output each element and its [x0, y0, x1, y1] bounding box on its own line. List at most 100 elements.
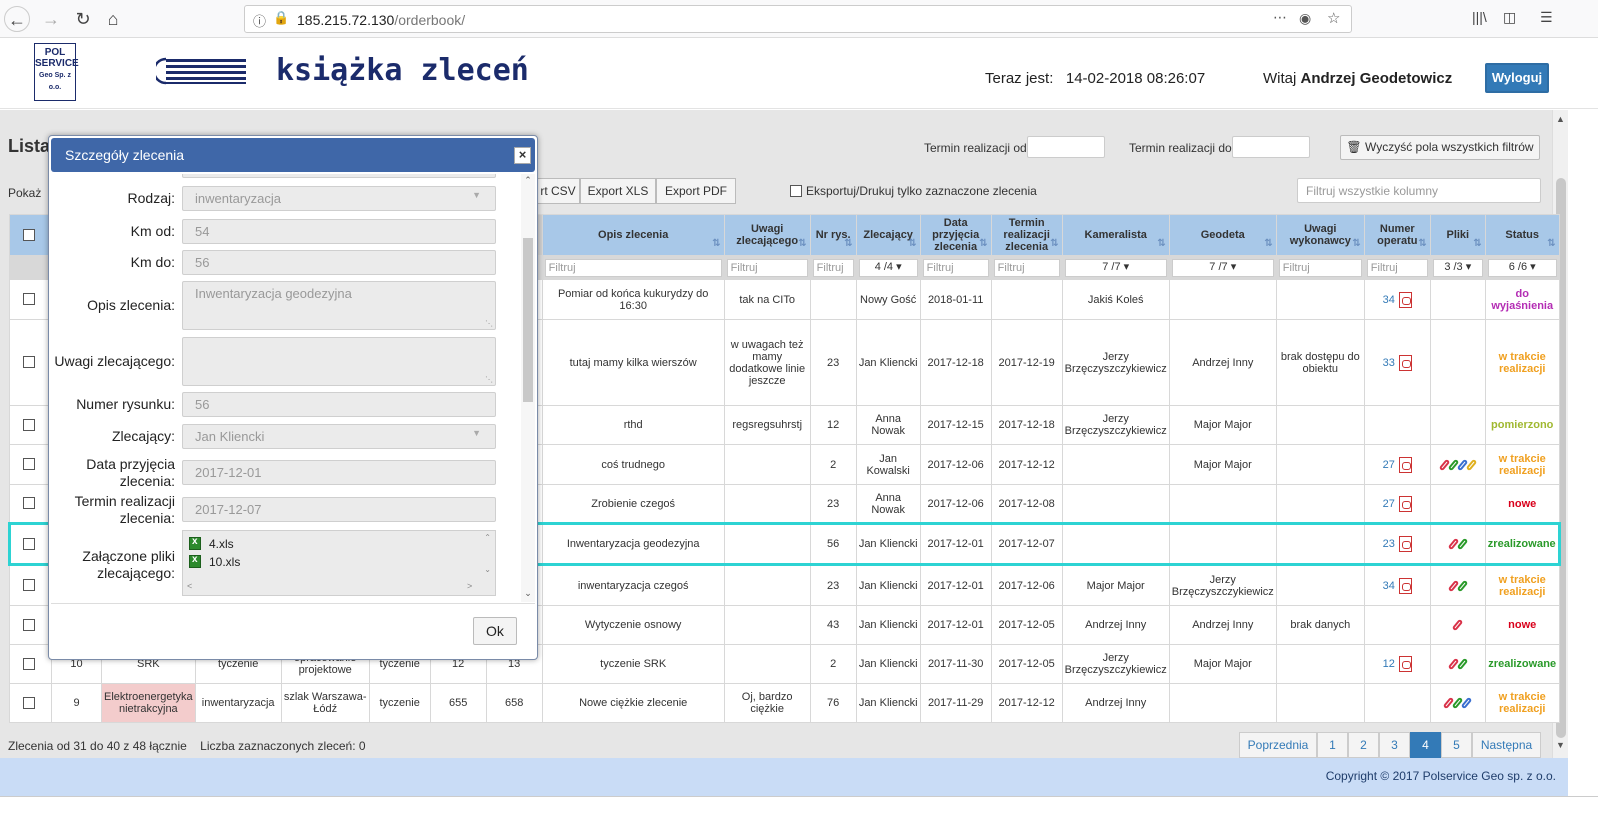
filter-opis[interactable]: Filtruj	[544, 258, 722, 277]
nr-rysunku-input[interactable]: 56	[182, 392, 496, 417]
col-opis[interactable]: Opis zlecenia ⇅	[541, 214, 725, 256]
close-icon[interactable]: ×	[514, 147, 531, 164]
row-checkbox[interactable]	[22, 497, 35, 509]
row-checkbox[interactable]	[22, 458, 35, 470]
paperclip-icon[interactable]	[1465, 458, 1478, 471]
row-select-cell[interactable]	[9, 564, 52, 606]
export-xls-button[interactable]: Export XLS	[580, 178, 656, 204]
paperclip-icon[interactable]	[1452, 618, 1464, 632]
filter-status[interactable]: 6 /6 ▾	[1487, 258, 1557, 277]
row-checkbox[interactable]	[22, 293, 35, 305]
col-kameralista[interactable]: Kameralista ⇅	[1061, 214, 1170, 256]
row-checkbox[interactable]	[22, 696, 35, 709]
scroll-down-icon[interactable]: ⌄	[484, 565, 491, 574]
pager-prev[interactable]: Poprzednia	[1239, 732, 1317, 758]
modal-scrollbar[interactable]: ⌃ ⌄	[521, 174, 535, 602]
menu-icon[interactable]: ☰	[1540, 9, 1553, 26]
col-zlecajacy[interactable]: Zlecający ⇅	[855, 214, 921, 256]
export-pdf-button[interactable]: Export PDF	[656, 178, 736, 204]
cell-pliki[interactable]	[1429, 644, 1486, 684]
select-all-cell[interactable]	[9, 214, 52, 256]
sort-icon[interactable]: ⇅	[1473, 238, 1481, 249]
filter-kameralista[interactable]: 7 /7 ▾	[1064, 258, 1167, 277]
scroll-left-icon[interactable]: <	[187, 581, 192, 591]
cell-nr-operatu[interactable]: 27	[1363, 484, 1431, 524]
sort-icon[interactable]: ⇅	[844, 238, 852, 249]
row-checkbox[interactable]	[22, 657, 35, 670]
sort-icon[interactable]: ⇅	[1418, 238, 1426, 249]
pager-page-4[interactable]: 4	[1410, 732, 1441, 758]
operat-link[interactable]: 34	[1383, 579, 1395, 591]
filter-uwagi[interactable]: Filtruj	[726, 258, 808, 277]
row-select-cell[interactable]	[9, 444, 52, 485]
col-nr-rys[interactable]: Nr rys. ⇅	[809, 214, 857, 256]
cell-nr-operatu[interactable]: 34	[1363, 564, 1431, 606]
row-checkbox[interactable]	[22, 356, 35, 368]
opis-textarea[interactable]: Inwentaryzacja geodezyjna ⋱	[182, 281, 496, 330]
operat-link[interactable]: 23	[1383, 538, 1395, 550]
col-uwagi-wyk[interactable]: Uwagi wykonawcy ⇅	[1275, 214, 1365, 256]
sort-icon[interactable]: ⇅	[908, 238, 916, 249]
cell-nr-operatu[interactable]: 12	[1363, 644, 1431, 684]
row-select-cell[interactable]	[9, 279, 52, 320]
pdf-icon[interactable]	[1398, 536, 1412, 552]
filter-termin[interactable]: Filtruj	[993, 258, 1060, 277]
files-list[interactable]: 4.xls 10.xls ⌃ ⌄ < >	[182, 530, 496, 596]
col-data-przyjecia[interactable]: Data przyjęcia zlecenia ⇅	[919, 214, 992, 256]
paperclip-icon[interactable]	[1456, 579, 1469, 592]
km-od-input[interactable]: 54	[182, 219, 496, 244]
pdf-icon[interactable]	[1398, 456, 1412, 473]
cell-nr-operatu[interactable]: 27	[1363, 444, 1431, 485]
sort-icon[interactable]: ⇅	[1264, 238, 1272, 249]
export-csv-button[interactable]: rt CSV	[536, 178, 580, 204]
filter-zlecajacy[interactable]: 4 /4 ▾	[858, 258, 918, 277]
global-filter-input[interactable]: Filtruj wszystkie kolumny	[1297, 178, 1541, 203]
cell-pliki[interactable]	[1429, 683, 1486, 723]
filter-data[interactable]: Filtruj	[922, 258, 989, 277]
clear-filters-button[interactable]: 🗑 Wyczyść pola wszystkich filtrów	[1340, 135, 1540, 160]
cell-pliki[interactable]	[1429, 444, 1486, 485]
operat-link[interactable]: 34	[1383, 293, 1395, 305]
row-select-cell[interactable]	[9, 605, 52, 645]
library-icon[interactable]: |||\	[1472, 9, 1487, 25]
cell-pliki[interactable]	[1429, 605, 1486, 645]
cell-nr-operatu[interactable]: 23	[1363, 522, 1431, 566]
pdf-icon[interactable]	[1398, 656, 1412, 672]
more-icon[interactable]: ⋯	[1273, 9, 1287, 26]
forward-icon[interactable]: →	[38, 6, 64, 32]
table-row[interactable]: 9 Elektroenergetyka nietrakcyjna inwentary…	[9, 683, 1560, 723]
km-do-input[interactable]: 56	[182, 250, 496, 275]
reload-icon[interactable]: ↻	[70, 6, 96, 32]
pdf-icon[interactable]	[1398, 354, 1412, 371]
url-bar[interactable]: ⓘ 🔒 185.215.72.130/orderbook/ ⋯ ◉ ☆	[244, 5, 1352, 33]
row-checkbox[interactable]	[22, 579, 35, 591]
export-selected-option[interactable]: Eksportuj/Drukuj tylko zaznaczone zlecen…	[790, 184, 1037, 198]
pager-page-3[interactable]: 3	[1379, 732, 1410, 758]
operat-link[interactable]: 12	[1383, 658, 1395, 670]
star-icon[interactable]: ☆	[1327, 9, 1340, 27]
scroll-up-icon[interactable]: ⌃	[521, 175, 535, 186]
info-icon[interactable]: ⓘ	[253, 11, 266, 30]
sort-icon[interactable]: ⇅	[1157, 238, 1165, 249]
data-przyjecia-input[interactable]: 2017-12-01	[182, 460, 496, 485]
select-all-checkbox[interactable]	[22, 228, 35, 241]
row-checkbox[interactable]	[23, 537, 35, 550]
scroll-up-icon[interactable]: ⌃	[484, 533, 491, 542]
paperclip-icon[interactable]	[1461, 696, 1473, 710]
row-select-cell[interactable]	[8, 522, 52, 566]
rodzaj-select[interactable]: inwentaryzacja ▼	[182, 186, 496, 211]
row-select-cell[interactable]	[9, 484, 52, 524]
pdf-icon[interactable]	[1398, 577, 1412, 594]
filter-nr-rys[interactable]: Filtruj	[812, 258, 854, 277]
date-from-input[interactable]	[1027, 136, 1105, 158]
sort-icon[interactable]: ⇅	[712, 238, 720, 249]
operat-link[interactable]: 33	[1383, 356, 1395, 368]
export-selected-checkbox[interactable]	[790, 185, 802, 197]
ok-button[interactable]: Ok	[473, 617, 517, 645]
cell-pliki[interactable]	[1429, 564, 1486, 606]
pager-next[interactable]: Następna	[1472, 732, 1541, 758]
file-item[interactable]: 10.xls	[189, 554, 240, 569]
row-checkbox[interactable]	[22, 418, 35, 431]
uwagi-textarea[interactable]: ⋱	[182, 337, 496, 386]
sort-icon[interactable]: ⇅	[1547, 238, 1555, 249]
